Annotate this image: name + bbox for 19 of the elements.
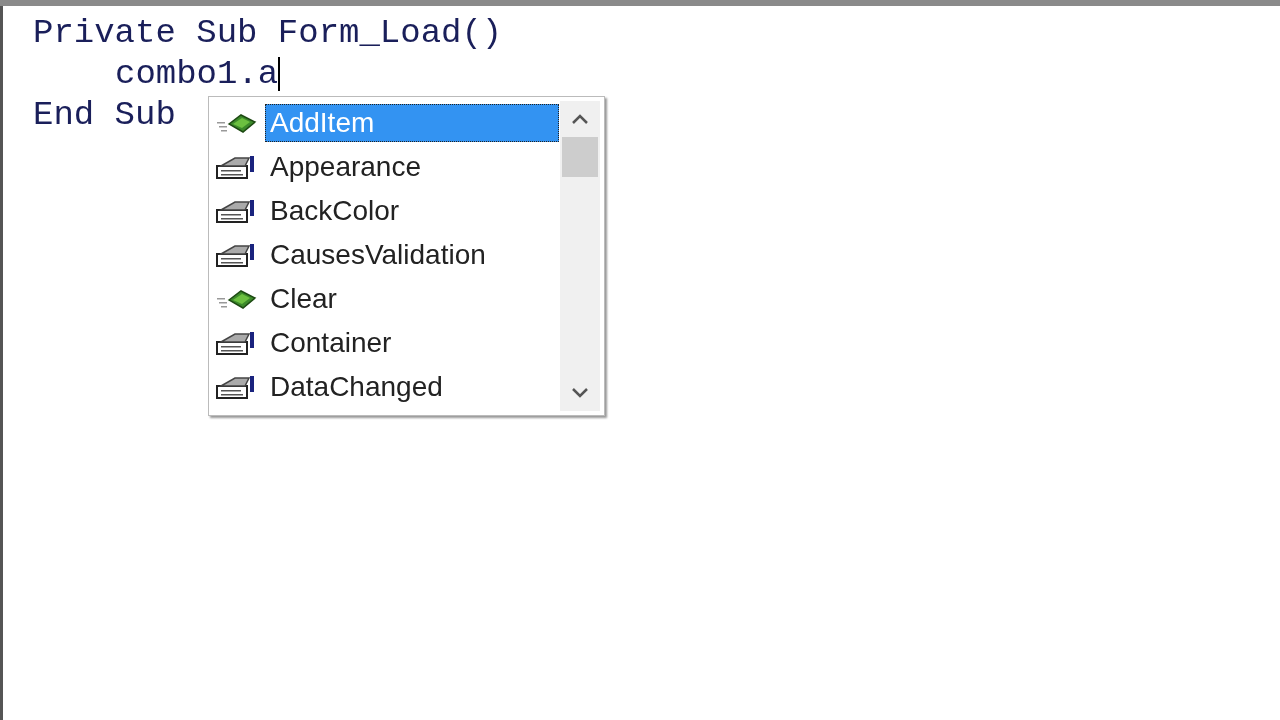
code-line: Private Sub Form_Load() (33, 13, 503, 52)
property-icon (215, 330, 257, 356)
code-line: combo1.a (115, 54, 279, 93)
completion-item[interactable]: Container (265, 324, 397, 362)
property-icon (215, 154, 257, 180)
property-icon (215, 198, 257, 224)
scrollbar[interactable] (560, 101, 600, 411)
completion-item[interactable]: Appearance (265, 148, 426, 186)
code-line: End Sub (33, 95, 176, 134)
completion-item[interactable]: DataChanged (265, 368, 448, 406)
scroll-thumb[interactable] (562, 137, 598, 177)
text-caret (278, 56, 281, 91)
property-icon (215, 374, 257, 400)
scroll-down-icon[interactable] (570, 387, 590, 399)
completion-item[interactable]: CausesValidation (265, 236, 491, 274)
property-icon (215, 242, 257, 268)
scroll-up-icon[interactable] (570, 113, 590, 125)
completion-item[interactable]: BackColor (265, 192, 405, 230)
completion-item[interactable]: Clear (265, 280, 342, 318)
